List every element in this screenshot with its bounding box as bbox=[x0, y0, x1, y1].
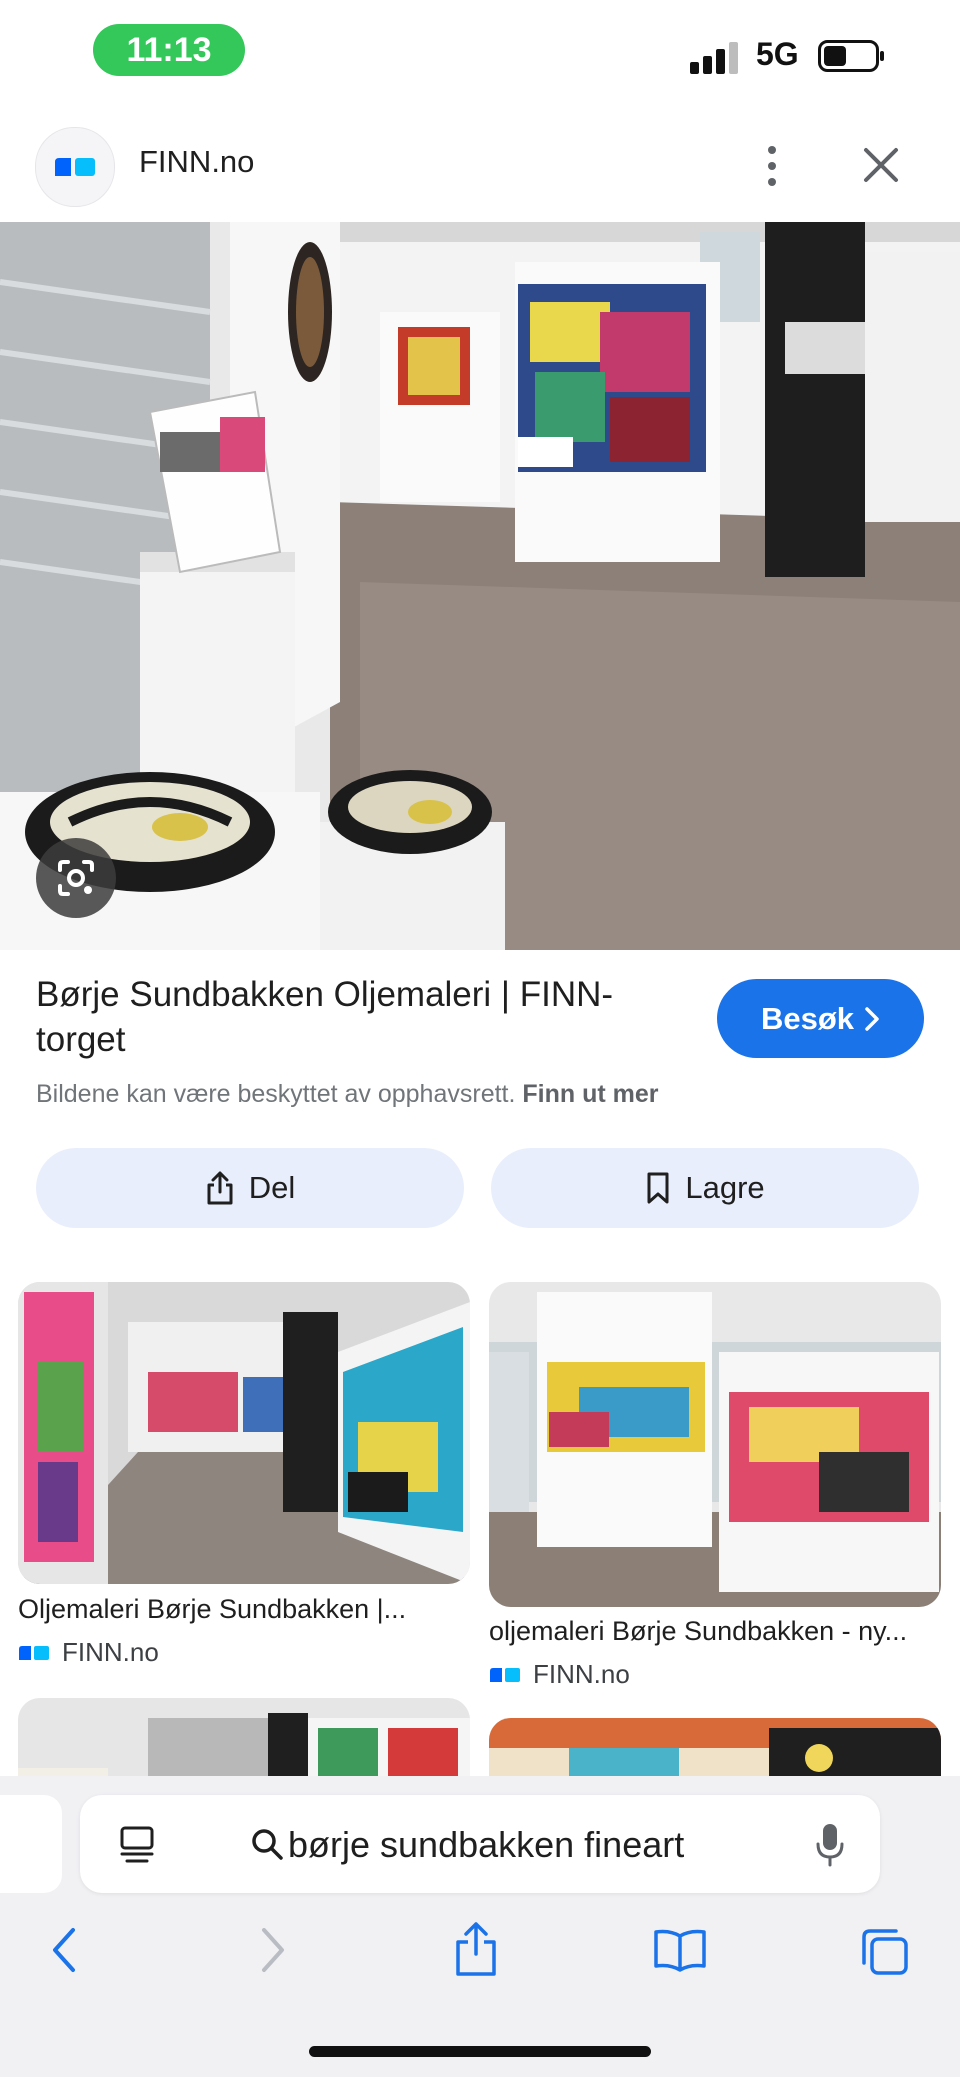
forward-arrow-icon[interactable] bbox=[256, 1925, 290, 1975]
related-image-2[interactable] bbox=[489, 1282, 941, 1607]
learn-more-link[interactable]: Finn ut mer bbox=[522, 1080, 658, 1108]
previous-tab-preview[interactable] bbox=[0, 1795, 62, 1893]
related-source-name: FINN.no bbox=[533, 1659, 630, 1689]
finn-logo-icon bbox=[490, 1667, 520, 1682]
toolbar-share-icon[interactable] bbox=[452, 1920, 500, 1978]
mic-icon[interactable] bbox=[814, 1822, 846, 1868]
bookmarks-icon[interactable] bbox=[652, 1928, 708, 1972]
save-button[interactable]: Lagre bbox=[491, 1148, 919, 1228]
share-button-label: Del bbox=[248, 1170, 296, 1205]
chevron-right-icon bbox=[865, 1006, 879, 1031]
finn-logo-icon bbox=[19, 1645, 49, 1660]
close-icon[interactable] bbox=[856, 140, 906, 190]
related-caption[interactable]: oljemaleri Børje Sundbakken - ny... bbox=[489, 1616, 941, 1647]
result-title[interactable]: Børje Sundbakken Oljemaleri | FINN-torge… bbox=[36, 972, 676, 1062]
search-icon bbox=[252, 1829, 283, 1860]
site-name[interactable]: FINN.no bbox=[139, 144, 254, 180]
related-source: FINN.no bbox=[18, 1637, 159, 1668]
copyright-notice-text: Bildene kan være beskyttet av opphavsret… bbox=[36, 1080, 516, 1108]
tab-list-icon[interactable] bbox=[117, 1825, 157, 1865]
status-time: 11:13 bbox=[93, 24, 245, 76]
copyright-notice: Bildene kan være beskyttet av opphavsret… bbox=[36, 1080, 659, 1109]
related-image-1[interactable] bbox=[18, 1282, 470, 1584]
share-button[interactable]: Del bbox=[36, 1148, 464, 1228]
bookmark-icon bbox=[647, 1172, 669, 1204]
visit-button[interactable]: Besøk bbox=[717, 979, 924, 1058]
related-source-name: FINN.no bbox=[62, 1637, 159, 1667]
gallery-hero-image[interactable] bbox=[0, 222, 960, 950]
battery-icon bbox=[818, 40, 884, 72]
home-indicator[interactable] bbox=[309, 2046, 651, 2057]
related-source: FINN.no bbox=[489, 1659, 630, 1690]
network-type: 5G bbox=[756, 36, 799, 72]
tabs-icon[interactable] bbox=[858, 1927, 910, 1977]
more-vert-icon[interactable] bbox=[750, 138, 794, 194]
visit-button-label: Besøk bbox=[760, 1000, 855, 1036]
cellular-signal-icon bbox=[690, 40, 742, 74]
finn-logo-icon bbox=[35, 127, 115, 207]
back-arrow-icon[interactable] bbox=[47, 1925, 81, 1975]
save-button-label: Lagre bbox=[685, 1170, 765, 1205]
share-icon bbox=[207, 1171, 233, 1205]
related-caption[interactable]: Oljemaleri Børje Sundbakken |... bbox=[18, 1594, 448, 1625]
google-lens-icon[interactable] bbox=[36, 838, 116, 918]
search-query[interactable]: børje sundbakken fineart bbox=[288, 1824, 684, 1866]
